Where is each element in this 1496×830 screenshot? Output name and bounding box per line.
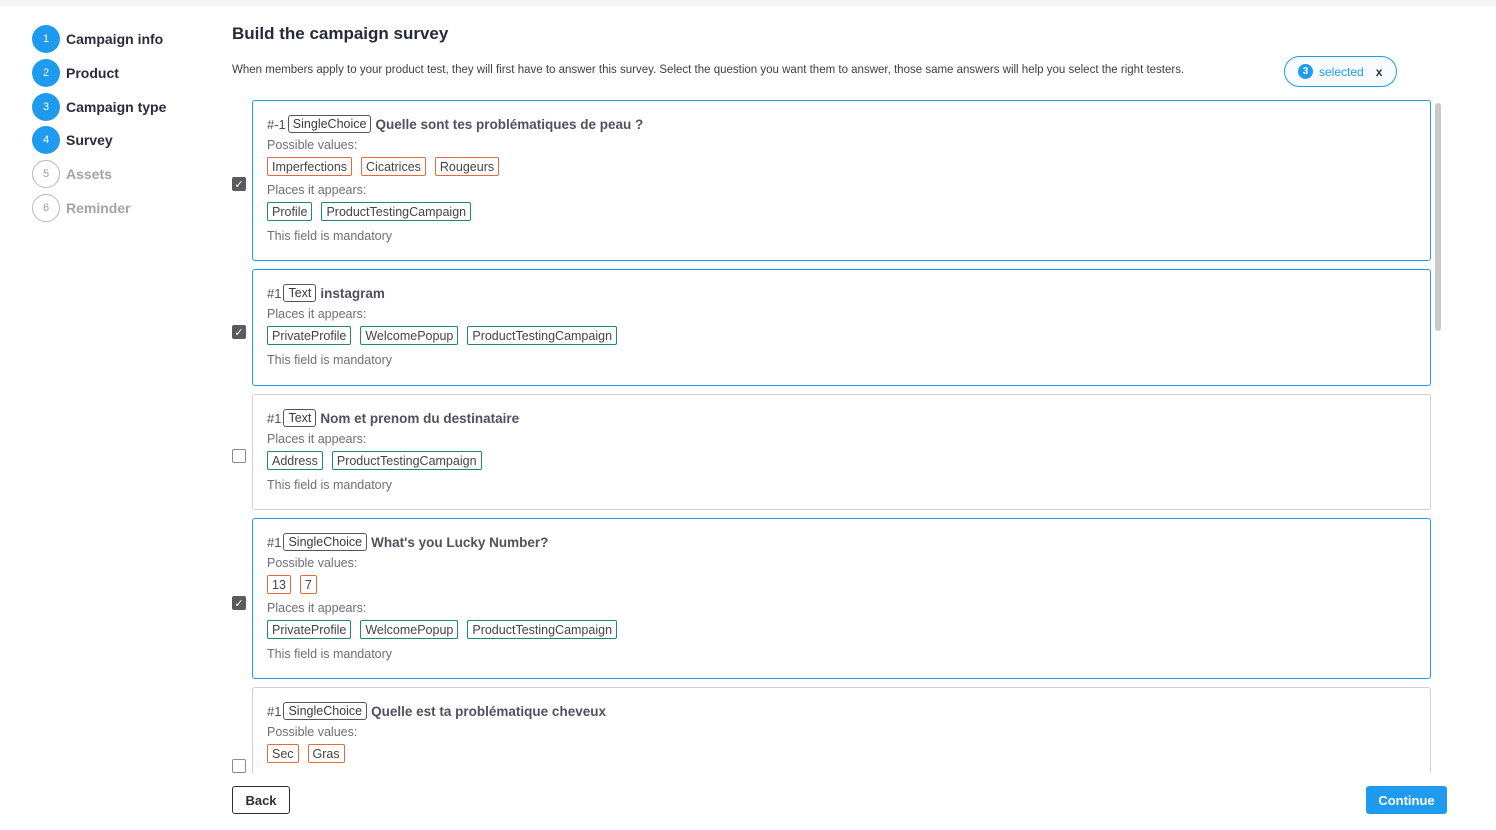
question-select-checkbox[interactable]	[232, 759, 246, 773]
mandatory-note: This field is mandatory	[267, 229, 393, 243]
selected-count-pill[interactable]: 3 selected x	[1284, 56, 1397, 87]
step-number-badge: 1	[32, 25, 60, 53]
question-header: #1 SingleChoice Quelle est ta problématiqu…	[267, 701, 1430, 721]
possible-values-list: 13 7	[267, 575, 1430, 595]
question-number: #1	[267, 410, 282, 426]
value-chip: Gras	[307, 744, 345, 763]
selected-label: selected	[1319, 64, 1364, 79]
possible-values-label: Possible values:	[267, 725, 358, 739]
question-number: #1	[267, 285, 282, 301]
possible-values-list: Sec Gras	[267, 744, 1430, 764]
step-product[interactable]: 2 Product	[32, 58, 166, 87]
question-type-tag: SingleChoice	[287, 115, 372, 133]
possible-values-label: Possible values:	[267, 556, 358, 570]
back-button[interactable]: Back	[232, 786, 290, 814]
step-number-badge: 6	[32, 193, 60, 222]
page-title: Build the campaign survey	[232, 24, 449, 43]
question-type-tag: Text	[283, 409, 317, 427]
step-label: Campaign info	[66, 31, 164, 47]
question-title: Nom et prenom du destinataire	[320, 410, 520, 426]
place-chip: ProductTestingCampaign	[331, 451, 482, 470]
place-chip: PrivateProfile	[267, 620, 352, 639]
question-title: Quelle est ta problématique cheveux	[371, 703, 606, 719]
question-card[interactable]: #1 SingleChoice Quelle est ta problématiqu…	[252, 687, 1431, 773]
step-number-badge: 4	[32, 126, 60, 155]
places-list: PrivateProfile WelcomePopup ProductTesting…	[267, 326, 1430, 346]
campaign-stepper: 1 Campaign info 2 Product 3 Campaign type 4 Sur…	[32, 25, 166, 228]
question-card[interactable]: #1 Text Nom et prenom du destinataire Place…	[252, 394, 1431, 510]
value-chip: 7	[299, 575, 317, 594]
question-select-checkbox[interactable]	[232, 177, 246, 191]
question-list-scrollbar[interactable]	[1435, 103, 1441, 331]
clear-selection-button[interactable]: x	[1376, 65, 1383, 79]
value-chip: Sec	[267, 744, 299, 763]
survey-intro-text: When members apply to your product test,…	[232, 64, 1185, 76]
question-title: Quelle sont tes problématiques de peau ?	[375, 116, 644, 132]
question-number: #1	[267, 534, 282, 550]
question-number: #1	[267, 703, 282, 719]
place-chip: WelcomePopup	[360, 326, 459, 345]
places-list: Profile ProductTestingCampaign	[267, 202, 1430, 222]
step-number-badge: 3	[32, 92, 60, 121]
possible-values-label: Possible values:	[267, 138, 358, 152]
question-header: #1 SingleChoice What's you Lucky Number?	[267, 532, 1430, 552]
question-type-tag: SingleChoice	[283, 533, 368, 551]
step-number-badge: 2	[32, 58, 60, 87]
places-label: Places it appears:	[267, 432, 367, 446]
step-label: Survey	[66, 132, 113, 149]
question-card[interactable]: #-1 SingleChoice Quelle sont tes problémat…	[252, 100, 1431, 261]
place-chip: Address	[267, 451, 323, 470]
step-assets[interactable]: 5 Assets	[32, 160, 166, 189]
value-chip: Rougeurs	[434, 157, 500, 176]
places-label: Places it appears:	[267, 183, 367, 197]
places-list: Address ProductTestingCampaign	[267, 451, 1430, 471]
step-survey[interactable]: 4 Survey	[32, 126, 166, 155]
question-card[interactable]: #1 Text instagram Places it appears: Private…	[252, 269, 1431, 386]
question-select-checkbox[interactable]	[232, 596, 246, 610]
mandatory-note: This field is mandatory	[267, 478, 393, 492]
question-title: instagram	[320, 285, 385, 301]
mandatory-note: This field is mandatory	[267, 353, 393, 367]
step-label: Campaign type	[66, 98, 167, 115]
question-list[interactable]: #-1SingleChoiceQuelle sont tes problémat…	[222, 94, 1444, 773]
question-select-checkbox[interactable]	[232, 449, 246, 463]
question-header: #1 Text Nom et prenom du destinataire	[267, 408, 1430, 428]
step-campaign-type[interactable]: 3 Campaign type	[32, 92, 167, 121]
question-header: #-1 SingleChoice Quelle sont tes problémat…	[267, 114, 1430, 134]
step-label: Reminder	[66, 199, 131, 216]
step-reminder[interactable]: 6 Reminder	[32, 193, 166, 222]
question-header: #1 Text instagram	[267, 283, 1430, 303]
step-label: Assets	[66, 166, 112, 183]
continue-button[interactable]: Continue	[1366, 786, 1447, 814]
place-chip: Profile	[267, 202, 313, 221]
value-chip: 13	[267, 575, 291, 594]
place-chip: ProductTestingCampaign	[467, 326, 618, 345]
mandatory-note: This field is mandatory	[267, 647, 393, 661]
question-title: What's you Lucky Number?	[371, 534, 549, 550]
value-chip: Imperfections	[267, 157, 353, 176]
step-number-badge: 5	[32, 160, 60, 189]
places-label: Places it appears:	[267, 601, 367, 615]
places-list: PrivateProfile WelcomePopup ProductTesting…	[267, 620, 1430, 640]
possible-values-list: Imperfections Cicatrices Rougeurs	[267, 157, 1430, 177]
question-card[interactable]: #1 SingleChoice What's you Lucky Number? Po…	[252, 518, 1431, 679]
place-chip: WelcomePopup	[360, 620, 459, 639]
place-chip: PrivateProfile	[267, 326, 352, 345]
step-campaign-info[interactable]: 1 Campaign info	[32, 25, 166, 53]
value-chip: Cicatrices	[361, 157, 426, 176]
question-number: #-1	[267, 116, 286, 132]
place-chip: ProductTestingCampaign	[467, 620, 618, 639]
place-chip: ProductTestingCampaign	[321, 202, 472, 221]
question-type-tag: SingleChoice	[283, 702, 368, 720]
step-label: Product	[66, 64, 119, 81]
question-select-checkbox[interactable]	[232, 325, 246, 339]
places-label: Places it appears:	[267, 307, 367, 321]
question-type-tag: Text	[283, 284, 317, 302]
selected-count-badge: 3	[1298, 64, 1313, 79]
